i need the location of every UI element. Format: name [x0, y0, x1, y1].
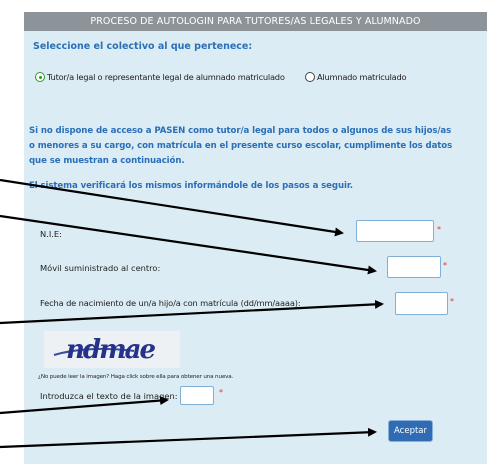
arrow-to-nie: [0, 178, 344, 237]
annotation-arrows: [0, 178, 384, 449]
arrow-to-birthdate: [0, 299, 384, 325]
arrow-to-accept: [0, 427, 377, 449]
arrow-to-captcha: [0, 396, 169, 415]
arrow-to-phone: [0, 214, 377, 275]
